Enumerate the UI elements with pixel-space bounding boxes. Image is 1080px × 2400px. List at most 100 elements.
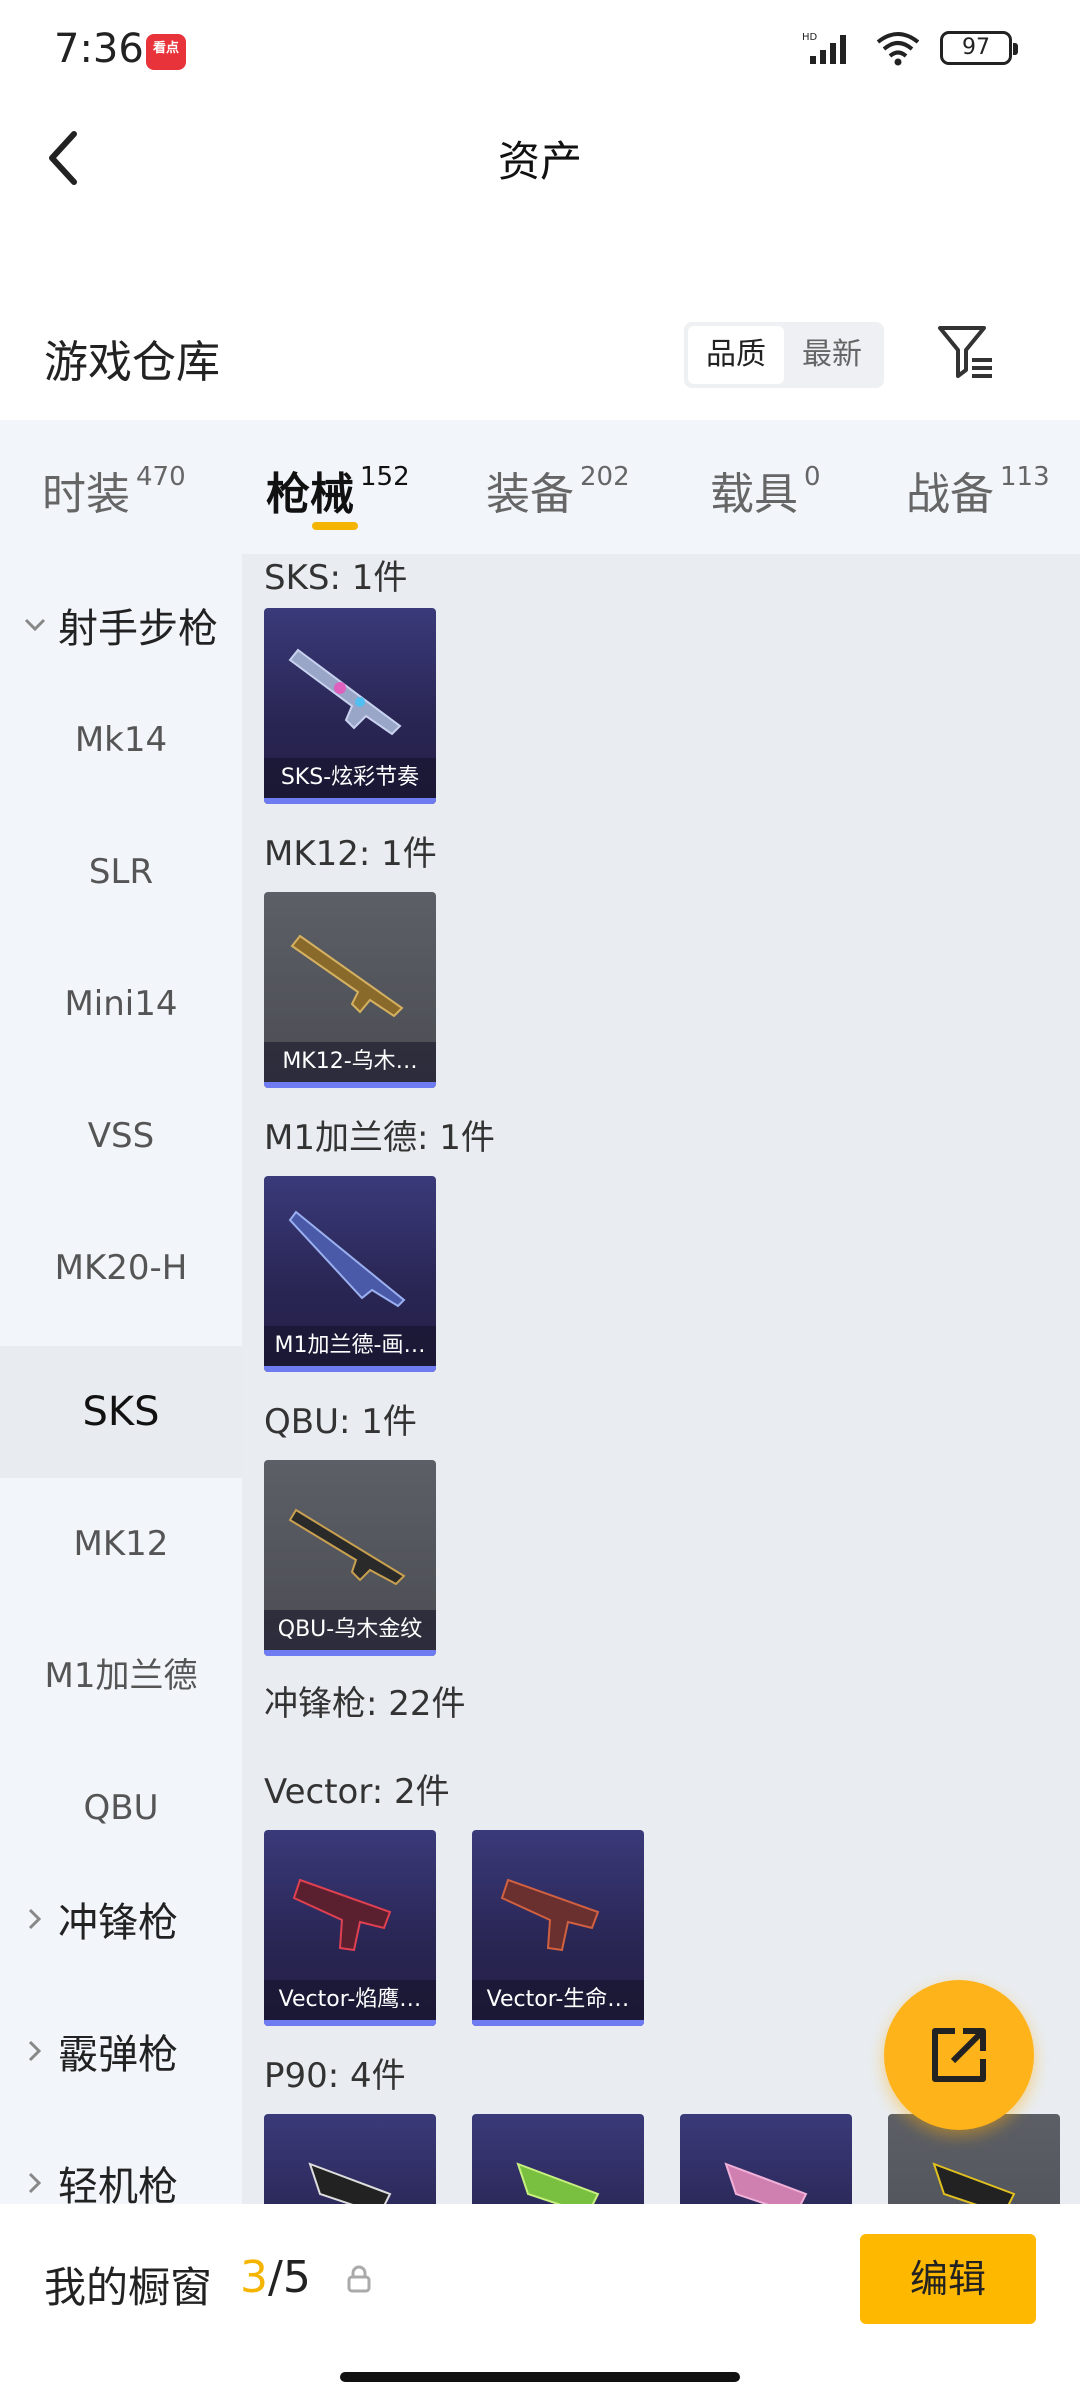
sidebar-group-marksman-rifles[interactable]: 射手步枪 — [20, 596, 218, 654]
smg-icon — [724, 2162, 808, 2204]
smg-icon — [292, 1878, 392, 1952]
weapon-card-vector-1[interactable]: Vector-焰鹰… — [264, 1830, 436, 2026]
smg-icon — [500, 1878, 600, 1952]
section-label-qbu: QBU: 1件 — [264, 1402, 417, 1442]
tab-label: 时装 — [42, 469, 130, 520]
weapon-card-m1-garand[interactable]: M1加兰德-画… — [264, 1176, 436, 1372]
showcase-bar: 我的橱窗 3/5 编辑 — [0, 2204, 1080, 2400]
rarity-bar — [264, 798, 436, 804]
warehouse-title: 游戏仓库 — [44, 337, 220, 388]
sort-newest-option[interactable]: 最新 — [784, 326, 880, 384]
weapon-type-sidebar: 射手步枪 Mk14 SLR Mini14 VSS MK20-H SKS MK12… — [0, 554, 242, 2204]
edit-button[interactable]: 编辑 — [860, 2234, 1036, 2324]
sidebar-item-mk20h[interactable]: MK20-H — [0, 1202, 242, 1334]
rarity-bar — [472, 2020, 644, 2026]
section-label-mk12: MK12: 1件 — [264, 834, 437, 874]
weapon-name: Vector-焰鹰… — [264, 1980, 436, 2020]
sort-toggle: 品质 最新 — [684, 322, 884, 388]
showcase-current: 3 — [240, 2252, 268, 2303]
status-icons: HD 97 — [802, 30, 1018, 66]
tab-label: 战备 — [906, 469, 994, 520]
weapon-name: Vector-生命… — [472, 1980, 644, 2020]
rifle-icon — [288, 1508, 406, 1586]
status-time: 7:36 — [54, 26, 144, 72]
sidebar-item-vss[interactable]: VSS — [0, 1070, 242, 1202]
tab-outfits[interactable]: 时装 470 — [42, 458, 186, 522]
smg-icon — [516, 2162, 600, 2204]
smg-icon — [932, 2162, 1016, 2204]
chevron-down-icon — [24, 618, 46, 632]
lock-icon — [347, 2265, 371, 2293]
weapon-card-qbu[interactable]: QBU-乌木金纹 — [264, 1460, 436, 1656]
sidebar-group-smg[interactable]: 冲锋枪 — [20, 1890, 178, 1948]
rarity-bar — [264, 1650, 436, 1656]
weapon-card-p90-3[interactable] — [680, 2114, 852, 2204]
sidebar-item-mk14[interactable]: Mk14 — [0, 674, 242, 806]
sidebar-item-m1-garand[interactable]: M1加兰德 — [0, 1610, 242, 1742]
top-nav: 资产 — [0, 110, 1080, 200]
chevron-right-icon — [28, 1908, 42, 1930]
tab-count: 152 — [360, 462, 410, 492]
category-tabs: 时装 470 枪械 152 装备 202 载具 0 战备 113 — [0, 420, 1080, 554]
section-label-sks: SKS: 1件 — [264, 558, 408, 598]
wifi-icon — [876, 32, 920, 66]
active-tab-indicator — [312, 522, 358, 530]
weapon-card-p90-1[interactable] — [264, 2114, 436, 2204]
tab-firearms[interactable]: 枪械 152 — [266, 458, 410, 522]
sidebar-item-mk12[interactable]: MK12 — [0, 1478, 242, 1610]
tab-equipment[interactable]: 装备 202 — [486, 458, 630, 522]
sidebar-group-label: 射手步枪 — [58, 606, 218, 652]
chevron-right-icon — [28, 2172, 42, 2194]
sidebar-item-slr[interactable]: SLR — [0, 806, 242, 938]
weapon-name: QBU-乌木金纹 — [264, 1610, 436, 1650]
sidebar-group-shotgun[interactable]: 霰弹枪 — [20, 2022, 178, 2080]
weapon-grid: SKS: 1件 SKS-炫彩节奏 MK12: 1件 MK12-乌木… M1加兰德… — [242, 554, 1080, 2204]
weapon-card-mk12[interactable]: MK12-乌木… — [264, 892, 436, 1088]
share-icon — [932, 2028, 986, 2082]
rifle-icon — [288, 1210, 406, 1308]
sidebar-item-mini14[interactable]: Mini14 — [0, 938, 242, 1070]
filter-icon[interactable] — [934, 320, 998, 384]
tab-label: 枪械 — [266, 469, 354, 520]
tab-count: 470 — [136, 462, 186, 492]
weapon-card-p90-2[interactable] — [472, 2114, 644, 2204]
sidebar-item-qbu[interactable]: QBU — [0, 1742, 242, 1874]
sidebar-group-label: 轻机枪 — [58, 2164, 178, 2204]
section-label-p90: P90: 4件 — [264, 2056, 406, 2096]
weapon-card-vector-2[interactable]: Vector-生命… — [472, 1830, 644, 2026]
rarity-bar — [264, 2020, 436, 2026]
showcase-total: /5 — [268, 2252, 311, 2303]
share-button[interactable] — [884, 1980, 1034, 2130]
chevron-right-icon — [28, 2040, 42, 2062]
tab-supplies[interactable]: 战备 113 — [906, 458, 1050, 522]
tab-label: 载具 — [710, 469, 798, 520]
sort-quality-option[interactable]: 品质 — [688, 326, 784, 384]
signal-icon: HD — [802, 32, 846, 64]
home-indicator — [340, 2372, 740, 2382]
weapon-name: SKS-炫彩节奏 — [264, 758, 436, 798]
showcase-count: 3/5 — [240, 2252, 311, 2303]
weapon-name: M1加兰德-画… — [264, 1326, 436, 1366]
rifle-icon — [290, 934, 404, 1018]
sidebar-item-sks[interactable]: SKS — [0, 1346, 242, 1478]
tab-vehicles[interactable]: 载具 0 — [710, 458, 821, 522]
tab-label: 装备 — [486, 469, 574, 520]
section-label-vector: Vector: 2件 — [264, 1772, 450, 1812]
status-bar: 7:36 看点 HD 97 — [0, 0, 1080, 110]
weapon-name: MK12-乌木… — [264, 1042, 436, 1082]
sidebar-group-lmg[interactable]: 轻机枪 — [20, 2154, 178, 2204]
page-title: 资产 — [497, 137, 582, 186]
tab-count: 202 — [580, 462, 630, 492]
app-notification-icon: 看点 — [146, 34, 186, 70]
rarity-bar — [264, 1082, 436, 1088]
section-label-smg-total: 冲锋枪: 22件 — [264, 1684, 466, 1724]
tab-count: 0 — [804, 462, 821, 492]
smg-icon — [308, 2162, 392, 2204]
battery-icon: 97 — [940, 31, 1018, 65]
tab-count: 113 — [1000, 462, 1050, 492]
sidebar-group-label: 霰弹枪 — [58, 2032, 178, 2078]
weapon-card-sks[interactable]: SKS-炫彩节奏 — [264, 608, 436, 804]
showcase-label: 我的橱窗 — [44, 2263, 213, 2312]
sidebar-group-label: 冲锋枪 — [58, 1900, 178, 1946]
rarity-bar — [264, 1366, 436, 1372]
